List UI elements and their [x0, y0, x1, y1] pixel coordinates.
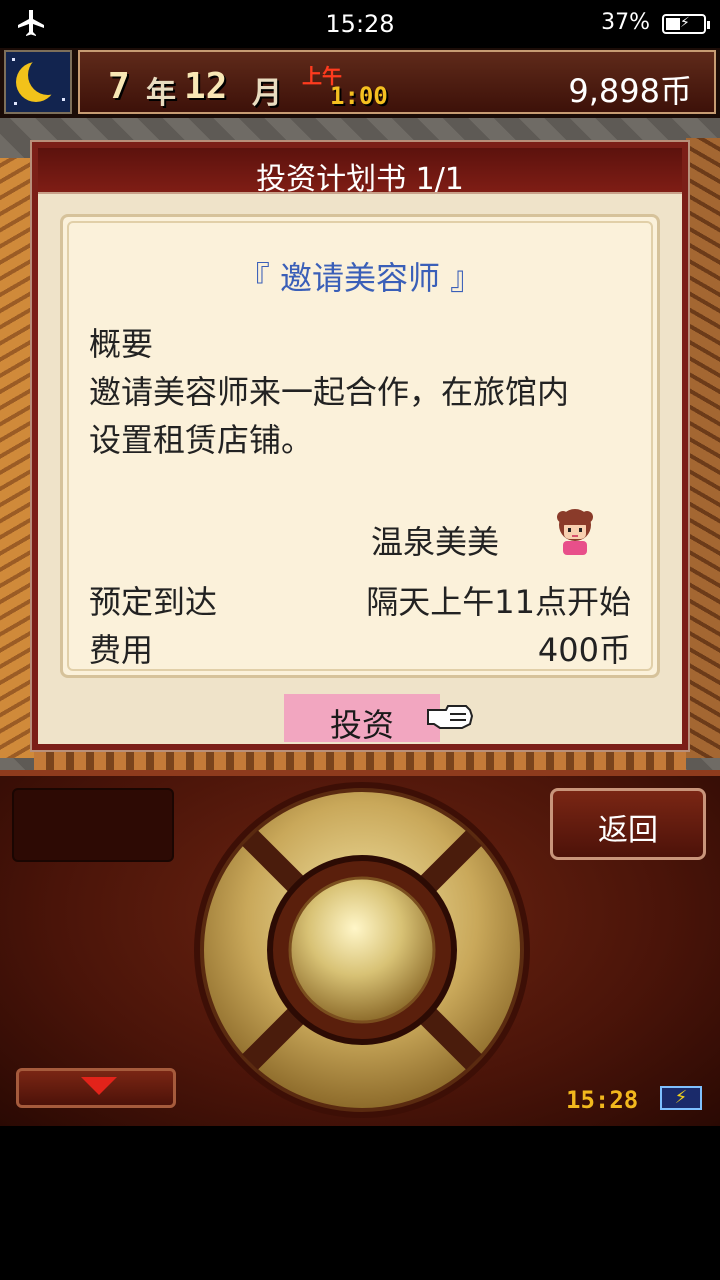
summary-line-1: 邀请美容师来一起合作，在旅馆内 [89, 373, 570, 411]
scroll-down-button[interactable] [16, 1068, 176, 1108]
invest-button-label: 投资 [329, 706, 394, 744]
dialog-body: 『 邀请美容师 』 概要 邀请美容师来一起合作，在旅馆内 设置租赁店铺。 温泉美… [38, 194, 682, 744]
game-hud: 7 年 12 月 上午 1:00 9,898币 [0, 48, 720, 118]
cost-label: 费用 [89, 631, 154, 669]
summary-label: 概要 [89, 325, 154, 363]
info-screen [12, 788, 174, 862]
month-number: 12 [184, 66, 228, 107]
cost-value: 400币 [537, 631, 631, 669]
bottom-bezel [0, 1126, 720, 1280]
year-number: 7 [108, 66, 130, 107]
invest-button[interactable]: 投资 [284, 694, 440, 744]
device-clock: 15:28 [566, 1086, 639, 1114]
battery-percent: 37% [601, 10, 650, 35]
down-arrow-icon [81, 1077, 117, 1095]
dialog-title-bar: 投资计划书 1/1 [38, 148, 682, 197]
plan-card: 『 邀请美容师 』 概要 邀请美容师来一起合作，在旅馆内 设置租赁店铺。 温泉美… [60, 214, 660, 678]
control-panel: 返回 15:28 ⚡ [0, 770, 720, 1126]
game-clock: 1:00 [330, 82, 388, 110]
month-unit: 月 [252, 76, 282, 111]
directional-pad[interactable] [192, 780, 532, 1120]
investment-plan-dialog: 投资计划书 1/1 『 邀请美容师 』 概要 邀请美容师来一起合作，在旅馆内 设… [30, 140, 690, 752]
beautician-portrait-icon [557, 509, 593, 555]
year-unit: 年 [146, 76, 176, 111]
plan-name: 『 邀请美容师 』 [237, 259, 483, 297]
arrival-label: 预定到达 [89, 583, 218, 621]
date-money-bar: 7 年 12 月 上午 1:00 9,898币 [78, 50, 716, 114]
status-bar: 15:28 37% ⚡ [0, 0, 720, 48]
back-button[interactable]: 返回 [550, 788, 706, 860]
person-name: 温泉美美 [371, 523, 500, 561]
arrival-value: 隔天上午11点开始 [366, 583, 631, 621]
summary-line-2: 设置租赁店铺。 [89, 421, 314, 459]
battery-charging-icon: ⚡ [660, 1086, 702, 1110]
back-button-label: 返回 [598, 813, 658, 848]
dialog-title: 投资计划书 1/1 [256, 162, 464, 197]
crescent-moon-icon [4, 50, 72, 114]
money-display: 9,898币 [568, 72, 692, 110]
pointing-hand-cursor-icon [427, 705, 474, 729]
battery-charging-icon: ⚡ [662, 14, 710, 34]
